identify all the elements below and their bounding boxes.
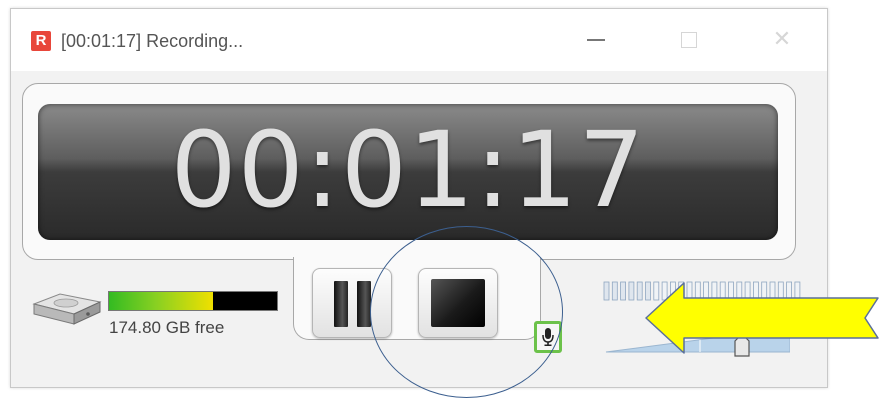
microphone-toggle-button[interactable] <box>534 321 562 353</box>
microphone-icon <box>542 328 554 346</box>
minimize-button[interactable] <box>573 23 619 57</box>
window-title: [00:01:17] Recording... <box>61 31 244 51</box>
timer-display: 00:01:17 <box>38 104 778 240</box>
minimize-icon <box>587 39 605 41</box>
annotation-arrow <box>645 282 879 354</box>
app-logo-icon: R <box>31 31 51 51</box>
level-segment <box>620 281 627 301</box>
stop-icon <box>431 279 485 327</box>
pause-button[interactable] <box>312 268 392 338</box>
close-button[interactable]: ✕ <box>759 23 805 57</box>
title-bar[interactable]: R [00:01:17] Recording... ✕ <box>11 9 827 71</box>
pause-icon <box>334 281 348 327</box>
disk-free-label: 174.80 GB free <box>109 318 225 337</box>
close-icon: ✕ <box>772 27 792 52</box>
maximize-button[interactable] <box>666 23 712 57</box>
disk-usage-meter <box>108 291 278 311</box>
level-segment <box>603 281 610 301</box>
elapsed-time: 00:01:17 <box>170 109 646 231</box>
stop-button[interactable] <box>418 268 498 338</box>
level-segment <box>628 281 635 301</box>
level-segment <box>611 281 618 301</box>
hard-drive-icon <box>32 293 102 325</box>
disk-usage-fill <box>109 292 214 310</box>
maximize-icon <box>681 32 697 48</box>
